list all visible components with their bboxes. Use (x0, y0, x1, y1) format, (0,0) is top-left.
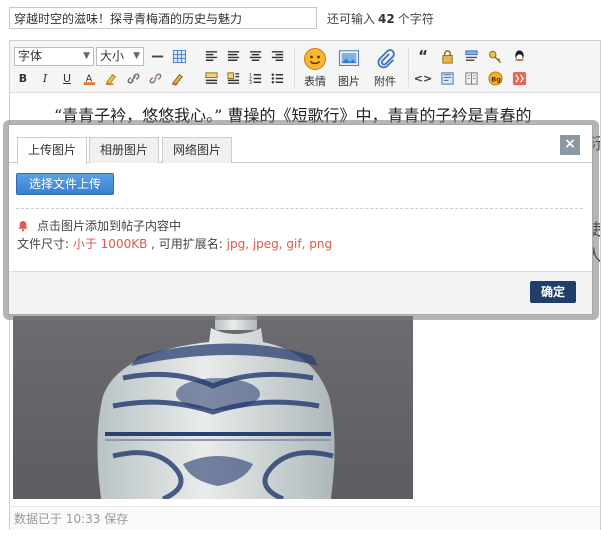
image-icon (336, 47, 362, 71)
highlight-icon[interactable] (102, 69, 120, 87)
dialog-tabs: 上传图片 相册图片 网络图片 (9, 133, 592, 164)
unlink-icon[interactable] (146, 69, 164, 87)
image-label: 图片 (338, 75, 360, 88)
tab-upload-image[interactable]: 上传图片 (17, 137, 88, 164)
chevron-down-icon: ▼ (83, 51, 90, 61)
divider (16, 208, 583, 209)
post-title-input[interactable] (9, 7, 317, 29)
chevron-down-icon: ▼ (133, 51, 140, 61)
float-image-button[interactable] (224, 69, 242, 87)
close-icon[interactable]: × (560, 135, 580, 155)
hide-content-icon[interactable] (462, 47, 480, 65)
align-left-button[interactable] (202, 47, 220, 65)
code-icon[interactable]: <> (414, 69, 432, 87)
background-music-icon[interactable]: Bg (486, 69, 504, 87)
unordered-list-button[interactable] (268, 69, 286, 87)
align-right-button[interactable] (268, 47, 286, 65)
password-key-icon[interactable] (486, 47, 504, 65)
toolbar-separator (294, 47, 295, 87)
dialog-footer: 确定 (9, 271, 592, 314)
clear-format-icon[interactable] (168, 69, 186, 87)
title-row: 还可输入42个字符 (9, 7, 434, 29)
tab-web-image[interactable]: 网络图片 (162, 137, 233, 163)
font-size-select[interactable]: 大小 ▼ (96, 47, 144, 66)
svg-text:Bg: Bg (491, 75, 501, 83)
image-upload-dialog: 上传图片 相册图片 网络图片 × 选择文件上传 点击图片添加到帖子内容中 文件尺… (8, 124, 593, 315)
media-icon[interactable] (438, 69, 456, 87)
qq-icon[interactable] (510, 47, 528, 65)
table-button[interactable] (170, 47, 188, 65)
attachment-label: 附件 (374, 75, 396, 88)
attachment-button[interactable]: 附件 (368, 47, 402, 89)
align-center-button[interactable] (246, 47, 264, 65)
upload-tip-text: 点击图片添加到帖子内容中 (37, 219, 182, 233)
choose-file-upload-button[interactable]: 选择文件上传 (16, 173, 115, 195)
file-limits: 文件尺寸: 小于 1000KB , 可用扩展名: jpg, jpeg, gif,… (17, 237, 333, 251)
remaining-count: 42 (378, 11, 395, 26)
align-left-alt-button[interactable] (224, 47, 242, 65)
confirm-button[interactable]: 确定 (530, 281, 576, 303)
size-limit-value: 小于 1000KB (72, 237, 148, 251)
tab-album-image[interactable]: 相册图片 (89, 137, 160, 163)
blue-white-porcelain-vase-icon (97, 316, 335, 499)
editor-toolbar: 字体 ▼ 大小 ▼ B I U A 123 表情 图片 附件 “ <> Bg (10, 41, 600, 93)
smiley-icon (302, 47, 328, 71)
italic-button[interactable]: I (36, 69, 54, 87)
justify-button[interactable] (202, 69, 220, 87)
bell-icon (18, 220, 28, 231)
ordered-list-button[interactable]: 123 (246, 69, 264, 87)
link-icon[interactable] (124, 69, 142, 87)
toolbar-separator (408, 47, 409, 87)
emoji-label: 表情 (304, 75, 326, 88)
emoji-button[interactable]: 表情 (298, 47, 332, 89)
underline-button[interactable]: U (58, 69, 76, 87)
horizontal-rule-button[interactable] (148, 47, 166, 65)
font-family-select[interactable]: 字体 ▼ (14, 47, 94, 66)
allowed-extensions: jpg, jpeg, gif, png (226, 237, 333, 251)
paperclip-icon (372, 47, 398, 71)
font-color-button[interactable]: A (80, 69, 98, 87)
autosave-status: 数据已于 10:33 保存 (10, 506, 600, 530)
vase-image[interactable] (13, 316, 413, 499)
image-button[interactable]: 图片 (332, 47, 366, 89)
upload-tip: 点击图片添加到帖子内容中 (17, 217, 181, 234)
lock-icon[interactable] (438, 47, 456, 65)
flash-icon[interactable] (510, 69, 528, 87)
svg-text:3: 3 (248, 80, 251, 86)
columns-icon[interactable] (462, 69, 480, 87)
bold-button[interactable]: B (14, 69, 32, 87)
char-count-hint: 还可输入 42 个字符 (327, 11, 434, 26)
quote-icon[interactable]: “ (414, 47, 432, 65)
